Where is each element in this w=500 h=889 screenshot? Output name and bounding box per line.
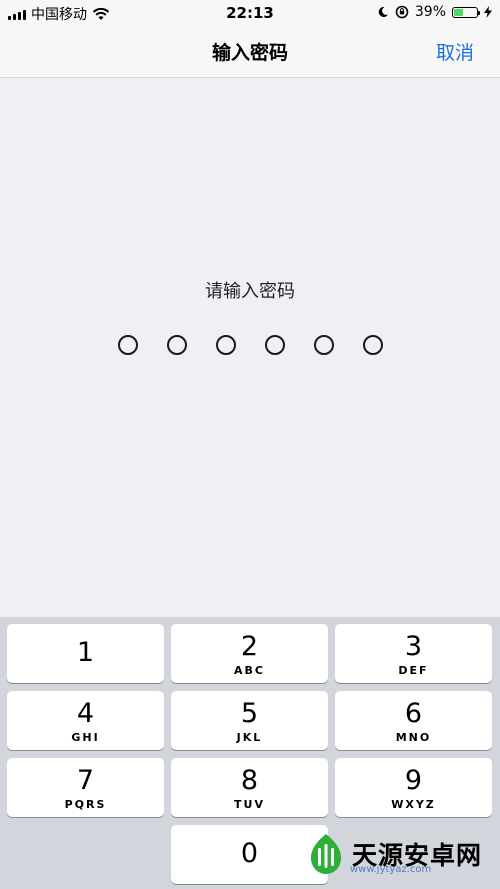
key-4[interactable]: 4 GHI bbox=[7, 691, 164, 750]
key-digit: 9 bbox=[404, 765, 423, 796]
key-letters: DEF bbox=[398, 664, 429, 677]
key-8[interactable]: 8 TUV bbox=[171, 758, 328, 817]
key-6[interactable]: 6 MNO bbox=[335, 691, 492, 750]
passcode-dot bbox=[166, 335, 187, 355]
watermark: 天源安卓网 www.jytyaz.com bbox=[306, 832, 482, 876]
key-digit: 7 bbox=[76, 765, 95, 796]
key-letters: TUV bbox=[234, 798, 265, 811]
nav-bar: 输入密码 取消 bbox=[0, 26, 500, 78]
watermark-url: www.jytyaz.com bbox=[350, 864, 432, 875]
key-2[interactable]: 2 ABC bbox=[171, 624, 328, 683]
key-1[interactable]: 1 bbox=[7, 624, 164, 683]
key-9[interactable]: 9 WXYZ bbox=[335, 758, 492, 817]
key-5[interactable]: 5 JKL bbox=[171, 691, 328, 750]
key-letters: GHI bbox=[71, 731, 100, 744]
key-letters: WXYZ bbox=[391, 798, 436, 811]
passcode-dot bbox=[362, 335, 383, 355]
passcode-dot bbox=[215, 335, 236, 355]
key-letters: PQRS bbox=[64, 798, 107, 811]
passcode-dot bbox=[264, 335, 285, 355]
key-letters: ABC bbox=[234, 664, 265, 677]
charging-icon bbox=[484, 6, 492, 18]
moon-icon bbox=[378, 6, 388, 17]
watermark-logo-icon bbox=[310, 834, 342, 874]
cancel-button[interactable]: 取消 bbox=[436, 38, 474, 65]
key-digit: 2 bbox=[240, 631, 259, 662]
key-digit: 6 bbox=[404, 698, 423, 729]
key-digit: 0 bbox=[240, 838, 259, 869]
page-title: 输入密码 bbox=[211, 42, 288, 64]
status-bar: 中国移动 22:13 39% bbox=[0, 0, 500, 26]
battery-percent: 39% bbox=[414, 4, 446, 20]
passcode-dot bbox=[313, 335, 334, 355]
key-digit: 1 bbox=[76, 637, 95, 668]
key-letters: MNO bbox=[395, 731, 432, 744]
key-digit: 4 bbox=[76, 698, 95, 729]
battery-level bbox=[454, 8, 463, 16]
key-digit: 5 bbox=[240, 698, 259, 729]
key-0[interactable]: 0 bbox=[171, 825, 328, 884]
key-digit: 3 bbox=[404, 631, 423, 662]
key-digit: 8 bbox=[240, 765, 259, 796]
key-3[interactable]: 3 DEF bbox=[335, 624, 492, 683]
rotation-lock-icon bbox=[395, 5, 409, 19]
passcode-prompt: 请输入密码 bbox=[205, 281, 295, 302]
passcode-dots bbox=[0, 335, 500, 355]
key-letters: JKL bbox=[236, 731, 263, 744]
passcode-dot bbox=[117, 335, 138, 355]
status-right: 39% bbox=[377, 4, 492, 20]
key-7[interactable]: 7 PQRS bbox=[7, 758, 164, 817]
battery-icon bbox=[452, 6, 480, 18]
